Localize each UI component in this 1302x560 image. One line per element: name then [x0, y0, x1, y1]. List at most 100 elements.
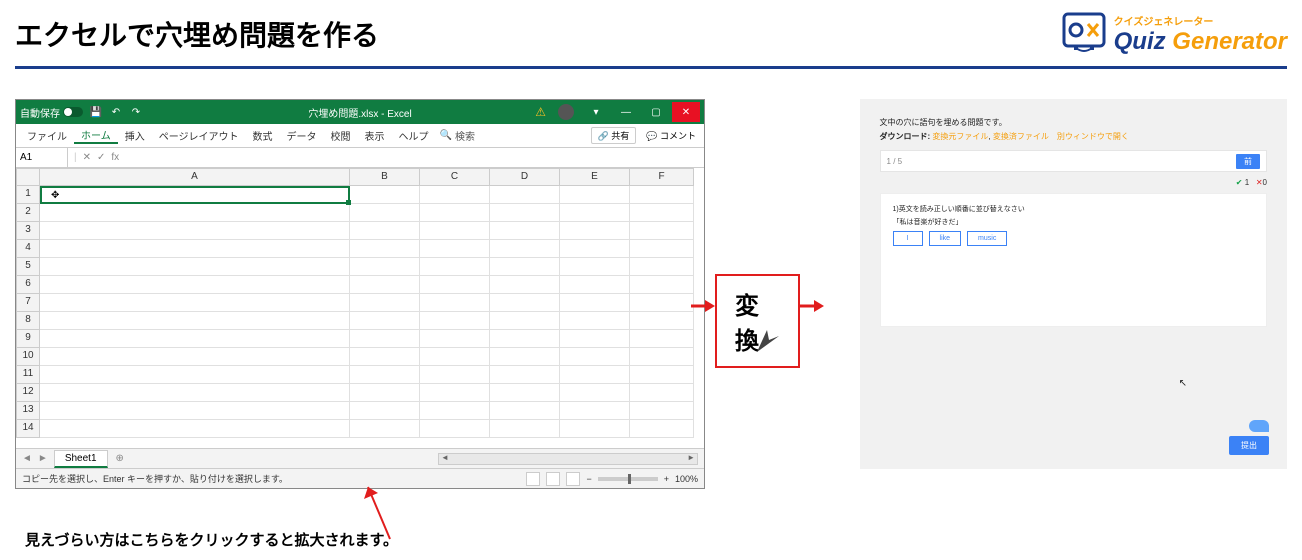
- cell[interactable]: [420, 186, 490, 204]
- cell[interactable]: [40, 420, 350, 438]
- tab-home[interactable]: ホーム: [74, 127, 118, 144]
- cell[interactable]: [40, 222, 350, 240]
- search-box[interactable]: 🔍 検索: [440, 128, 475, 143]
- row-header[interactable]: 2: [16, 204, 40, 222]
- maximize-button[interactable]: ▢: [642, 102, 670, 122]
- cell[interactable]: [560, 240, 630, 258]
- cell[interactable]: [420, 402, 490, 420]
- cell[interactable]: [40, 186, 350, 204]
- col-header-f[interactable]: F: [630, 168, 694, 186]
- tab-view[interactable]: 表示: [358, 128, 392, 143]
- cell[interactable]: [630, 186, 694, 204]
- cell[interactable]: [560, 348, 630, 366]
- cell[interactable]: [420, 312, 490, 330]
- sheet-tab[interactable]: Sheet1: [54, 450, 108, 468]
- zoom-in-icon[interactable]: +: [664, 474, 669, 484]
- cell[interactable]: [40, 276, 350, 294]
- cell[interactable]: [420, 366, 490, 384]
- cell[interactable]: [490, 276, 560, 294]
- cell[interactable]: [630, 384, 694, 402]
- cell[interactable]: [630, 294, 694, 312]
- col-header-c[interactable]: C: [420, 168, 490, 186]
- cell[interactable]: [350, 258, 420, 276]
- cell[interactable]: [420, 240, 490, 258]
- cell[interactable]: [420, 384, 490, 402]
- cell[interactable]: [350, 204, 420, 222]
- redo-icon[interactable]: ↷: [129, 105, 143, 119]
- submit-button[interactable]: 提出: [1229, 436, 1269, 455]
- cell[interactable]: [350, 384, 420, 402]
- row-header[interactable]: 10: [16, 348, 40, 366]
- tab-file[interactable]: ファイル: [20, 128, 74, 143]
- cell[interactable]: [350, 240, 420, 258]
- fx-icon[interactable]: fx: [111, 152, 119, 163]
- cell[interactable]: [490, 420, 560, 438]
- row-header[interactable]: 12: [16, 384, 40, 402]
- excel-window[interactable]: 自動保存 💾 ↶ ↷ 穴埋め問題.xlsx - Excel ⚠ ▾ — ▢: [15, 99, 705, 489]
- cell[interactable]: [630, 258, 694, 276]
- cell[interactable]: [630, 204, 694, 222]
- cell[interactable]: [420, 276, 490, 294]
- answer-slot[interactable]: music: [967, 231, 1007, 246]
- cell[interactable]: [490, 384, 560, 402]
- view-layout-icon[interactable]: [546, 472, 560, 486]
- cell[interactable]: [490, 366, 560, 384]
- cell[interactable]: [40, 402, 350, 420]
- zoom-out-icon[interactable]: −: [586, 474, 591, 484]
- name-box[interactable]: A1: [16, 148, 68, 167]
- cell[interactable]: [490, 312, 560, 330]
- view-pagebreak-icon[interactable]: [566, 472, 580, 486]
- cell[interactable]: [630, 420, 694, 438]
- cell[interactable]: [560, 258, 630, 276]
- cell[interactable]: [420, 294, 490, 312]
- chat-bubble-icon[interactable]: [1249, 420, 1269, 432]
- cancel-formula-icon[interactable]: ✕: [83, 152, 91, 163]
- answer-slot[interactable]: I: [893, 231, 923, 246]
- cell[interactable]: [630, 222, 694, 240]
- cell[interactable]: [350, 222, 420, 240]
- cell[interactable]: [350, 348, 420, 366]
- row-header[interactable]: 14: [16, 420, 40, 438]
- cell[interactable]: [490, 330, 560, 348]
- cell[interactable]: [40, 348, 350, 366]
- cell[interactable]: [40, 330, 350, 348]
- tab-data[interactable]: データ: [280, 128, 324, 143]
- sheet-nav-prev[interactable]: ◄: [22, 453, 32, 464]
- cell[interactable]: [350, 186, 420, 204]
- minimize-button[interactable]: —: [612, 102, 640, 122]
- cell[interactable]: [490, 402, 560, 420]
- cell[interactable]: [630, 366, 694, 384]
- answer-slot[interactable]: like: [929, 231, 962, 246]
- zoom-slider[interactable]: [598, 477, 658, 481]
- user-avatar[interactable]: [558, 104, 574, 120]
- share-button[interactable]: 🔗 共有: [591, 127, 637, 144]
- tab-insert[interactable]: 挿入: [118, 128, 152, 143]
- col-header-b[interactable]: B: [350, 168, 420, 186]
- row-header[interactable]: 1: [16, 186, 40, 204]
- zoom-level[interactable]: 100%: [675, 474, 698, 484]
- cell[interactable]: [490, 258, 560, 276]
- row-header[interactable]: 5: [16, 258, 40, 276]
- cell[interactable]: [560, 276, 630, 294]
- tab-layout[interactable]: ページレイアウト: [152, 128, 246, 143]
- cell[interactable]: [630, 312, 694, 330]
- row-header[interactable]: 4: [16, 240, 40, 258]
- autosave-toggle[interactable]: [63, 107, 83, 117]
- cell[interactable]: [630, 330, 694, 348]
- cell[interactable]: [350, 402, 420, 420]
- row-header[interactable]: 3: [16, 222, 40, 240]
- cell[interactable]: [420, 222, 490, 240]
- sheet-nav-next[interactable]: ►: [38, 453, 48, 464]
- cell[interactable]: [560, 366, 630, 384]
- cell[interactable]: [350, 330, 420, 348]
- cell[interactable]: [350, 276, 420, 294]
- row-header[interactable]: 8: [16, 312, 40, 330]
- cell[interactable]: [420, 330, 490, 348]
- tab-review[interactable]: 校閲: [324, 128, 358, 143]
- select-all-corner[interactable]: [16, 168, 40, 186]
- cell[interactable]: [630, 240, 694, 258]
- cell[interactable]: [40, 312, 350, 330]
- cell[interactable]: [560, 186, 630, 204]
- cell[interactable]: [560, 294, 630, 312]
- accept-formula-icon[interactable]: ✓: [97, 152, 105, 163]
